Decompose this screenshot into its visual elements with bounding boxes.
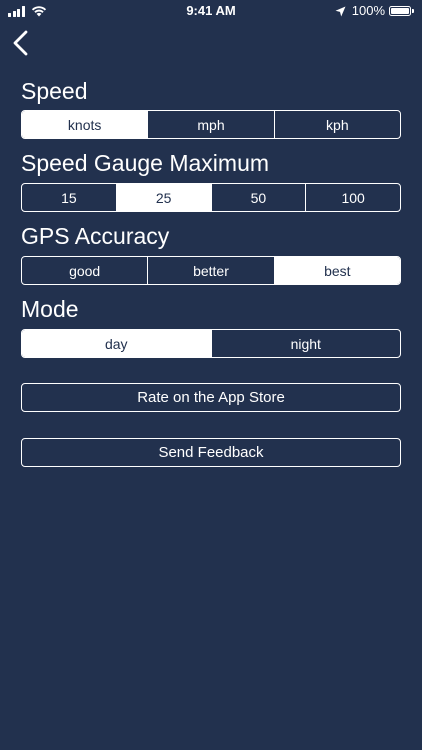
speed-option-mph[interactable]: mph xyxy=(147,111,273,138)
speed-option-kph[interactable]: kph xyxy=(273,111,400,138)
gauge-max-option-15[interactable]: 15 xyxy=(22,184,116,211)
battery-tip xyxy=(412,9,414,13)
back-button[interactable] xyxy=(10,28,34,58)
chevron-left-icon xyxy=(13,30,28,56)
battery-level xyxy=(391,8,409,14)
battery-percentage: 100% xyxy=(351,3,385,18)
gauge-max-option-25[interactable]: 25 xyxy=(115,184,211,211)
gauge-max-title: Speed Gauge Maximum xyxy=(21,150,270,176)
mode-title: Mode xyxy=(21,296,79,322)
speed-title: Speed xyxy=(21,78,88,104)
send-feedback-button[interactable]: Send Feedback xyxy=(21,438,401,467)
gauge-max-segmented-control: 15 25 50 100 xyxy=(21,183,401,212)
gps-accuracy-title: GPS Accuracy xyxy=(21,223,170,249)
gps-accuracy-option-good[interactable]: good xyxy=(22,257,147,284)
mode-segmented-control: day night xyxy=(21,329,401,358)
gauge-max-option-100[interactable]: 100 xyxy=(305,184,400,211)
mode-option-night[interactable]: night xyxy=(210,330,401,357)
gps-accuracy-option-best[interactable]: best xyxy=(273,257,400,284)
gps-accuracy-segmented-control: good better best xyxy=(21,256,401,285)
gps-accuracy-option-better[interactable]: better xyxy=(147,257,273,284)
battery-icon xyxy=(389,6,411,16)
mode-option-day[interactable]: day xyxy=(22,330,211,357)
speed-option-knots[interactable]: knots xyxy=(22,111,148,138)
rate-app-store-button[interactable]: Rate on the App Store xyxy=(21,383,401,412)
location-arrow-icon xyxy=(335,6,346,16)
speed-segmented-control: knots mph kph xyxy=(21,110,401,139)
gauge-max-option-50[interactable]: 50 xyxy=(210,184,306,211)
status-bar: 9:41 AM 100% xyxy=(0,0,422,22)
status-right: 100% xyxy=(335,3,414,19)
